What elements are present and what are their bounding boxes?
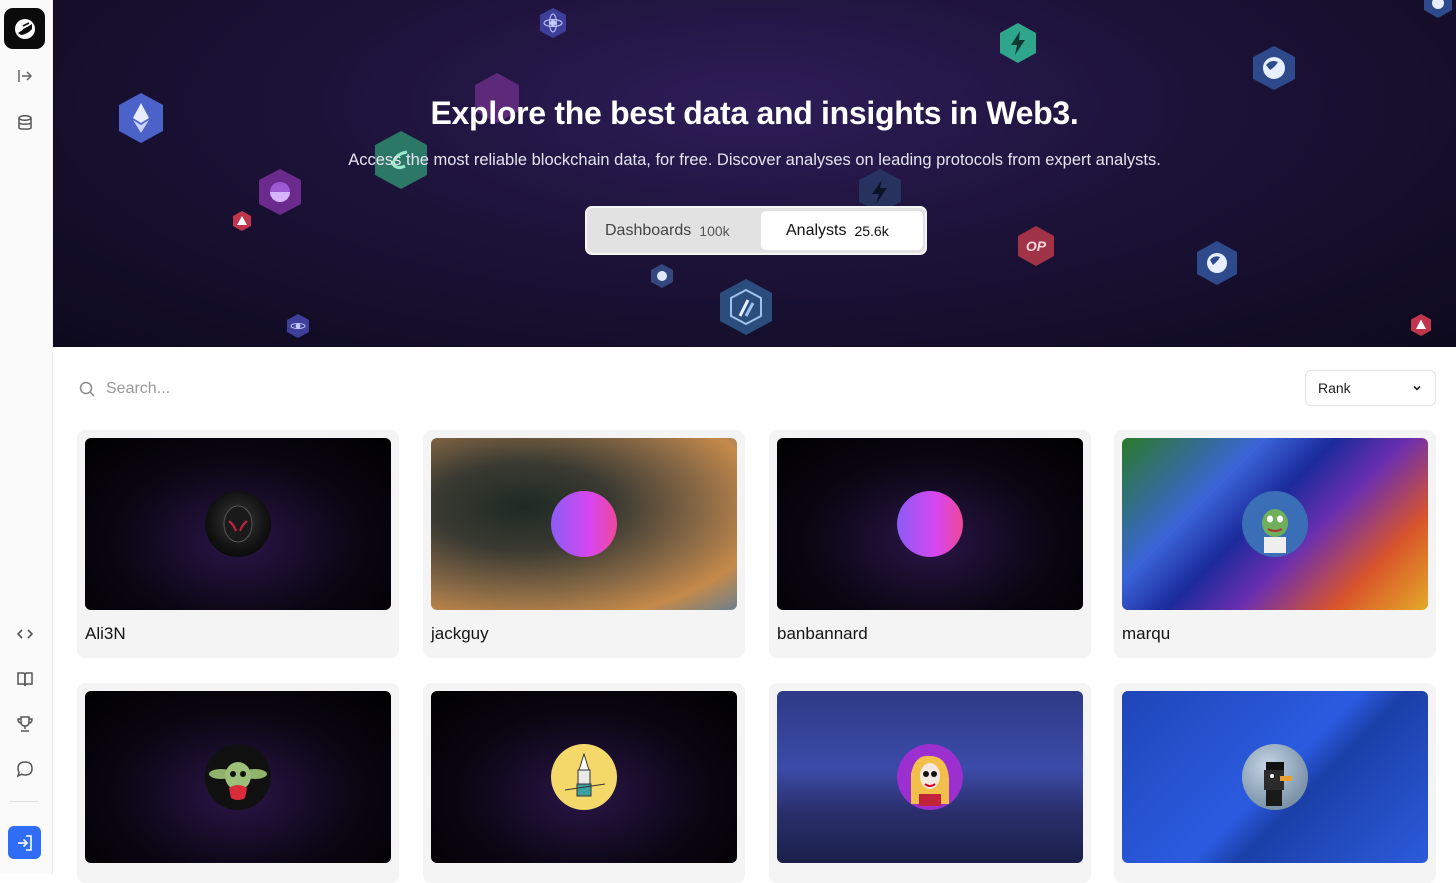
analyst-avatar: [897, 491, 963, 557]
analyst-cover-image: [85, 438, 391, 610]
analyst-avatar: [551, 744, 617, 810]
analyst-card[interactable]: [77, 683, 399, 883]
analyst-card[interactable]: Ali3N: [77, 430, 399, 658]
sort-select-value: Rank: [1318, 380, 1351, 396]
analyst-avatar: [897, 744, 963, 810]
analyst-avatar: [1242, 491, 1308, 557]
hero-title: Explore the best data and insights in We…: [430, 95, 1079, 131]
analyst-cover-image: [777, 438, 1083, 610]
analyst-card[interactable]: [1114, 683, 1436, 883]
analyst-cover-image: [431, 691, 737, 863]
globe-token-icon: [1251, 45, 1297, 91]
tab-dashboards-count: 100k: [699, 222, 730, 239]
analyst-name: Ali3N: [85, 624, 126, 643]
hero-subtitle: Access the most reliable blockchain data…: [348, 151, 1161, 169]
chat-icon[interactable]: [13, 757, 37, 781]
analyst-name: marqu: [1122, 624, 1171, 643]
analyst-name: banbannard: [777, 624, 868, 643]
globe-token-icon-2: [1195, 240, 1239, 286]
trophy-icon[interactable]: [13, 712, 37, 736]
analyst-cover-image: [1122, 438, 1428, 610]
cosmos-token-icon-small: [285, 313, 311, 339]
tab-analysts[interactable]: Analysts 25.6k: [761, 211, 923, 250]
tab-dashboards[interactable]: Dashboards 100k: [591, 211, 759, 250]
code-icon[interactable]: [13, 622, 37, 646]
globe-token-icon-corner: [1423, 0, 1453, 18]
dune-logo-icon[interactable]: [4, 8, 45, 49]
pool-token-icon: [257, 168, 303, 216]
tab-dashboards-label: Dashboards: [605, 221, 692, 239]
globe-token-icon-small: [650, 263, 674, 289]
content-type-toggle: Dashboards 100k Analysts 25.6k: [585, 206, 927, 255]
arbitrum-token-icon: [718, 278, 774, 336]
analyst-cover-image: [777, 691, 1083, 863]
expand-sidebar-icon[interactable]: [13, 64, 37, 88]
search-icon: [79, 381, 95, 397]
analyst-card[interactable]: [769, 683, 1091, 883]
database-icon[interactable]: [13, 111, 37, 135]
analyst-avatar: [205, 491, 271, 557]
analyst-cover-image: [85, 691, 391, 863]
analyst-avatar: [1242, 744, 1308, 810]
sidebar-divider: [10, 801, 38, 802]
optimism-token-icon: OP: [1016, 225, 1056, 267]
analyst-avatar: [551, 491, 617, 557]
search-input[interactable]: [106, 380, 606, 398]
analyst-cover-image: [1122, 691, 1428, 863]
search-bar: [78, 372, 678, 406]
hero-banner: OP Explore the best data and insights in…: [53, 0, 1456, 347]
analyst-card[interactable]: banbannard: [769, 430, 1091, 658]
analyst-name: jackguy: [431, 624, 489, 643]
analyst-card[interactable]: [423, 683, 745, 883]
tab-analysts-count: 25.6k: [854, 222, 889, 239]
zap-token-icon: [998, 22, 1038, 64]
avalanche-token-icon-2: [1409, 313, 1433, 337]
login-button[interactable]: [8, 826, 41, 859]
analyst-avatar: [205, 744, 271, 810]
book-icon[interactable]: [13, 667, 37, 691]
sort-select[interactable]: Rank: [1305, 370, 1436, 406]
sidebar: [0, 0, 53, 874]
svg-text:OP: OP: [1026, 238, 1047, 254]
analyst-cover-image: [431, 438, 737, 610]
avalanche-token-icon: [231, 210, 253, 232]
analyst-card[interactable]: jackguy: [423, 430, 745, 658]
cosmos-token-icon: [537, 7, 569, 39]
chevron-down-icon: [1413, 385, 1421, 391]
analyst-card[interactable]: marqu: [1114, 430, 1436, 658]
login-icon: [17, 834, 32, 851]
tab-analysts-label: Analysts: [786, 221, 847, 239]
